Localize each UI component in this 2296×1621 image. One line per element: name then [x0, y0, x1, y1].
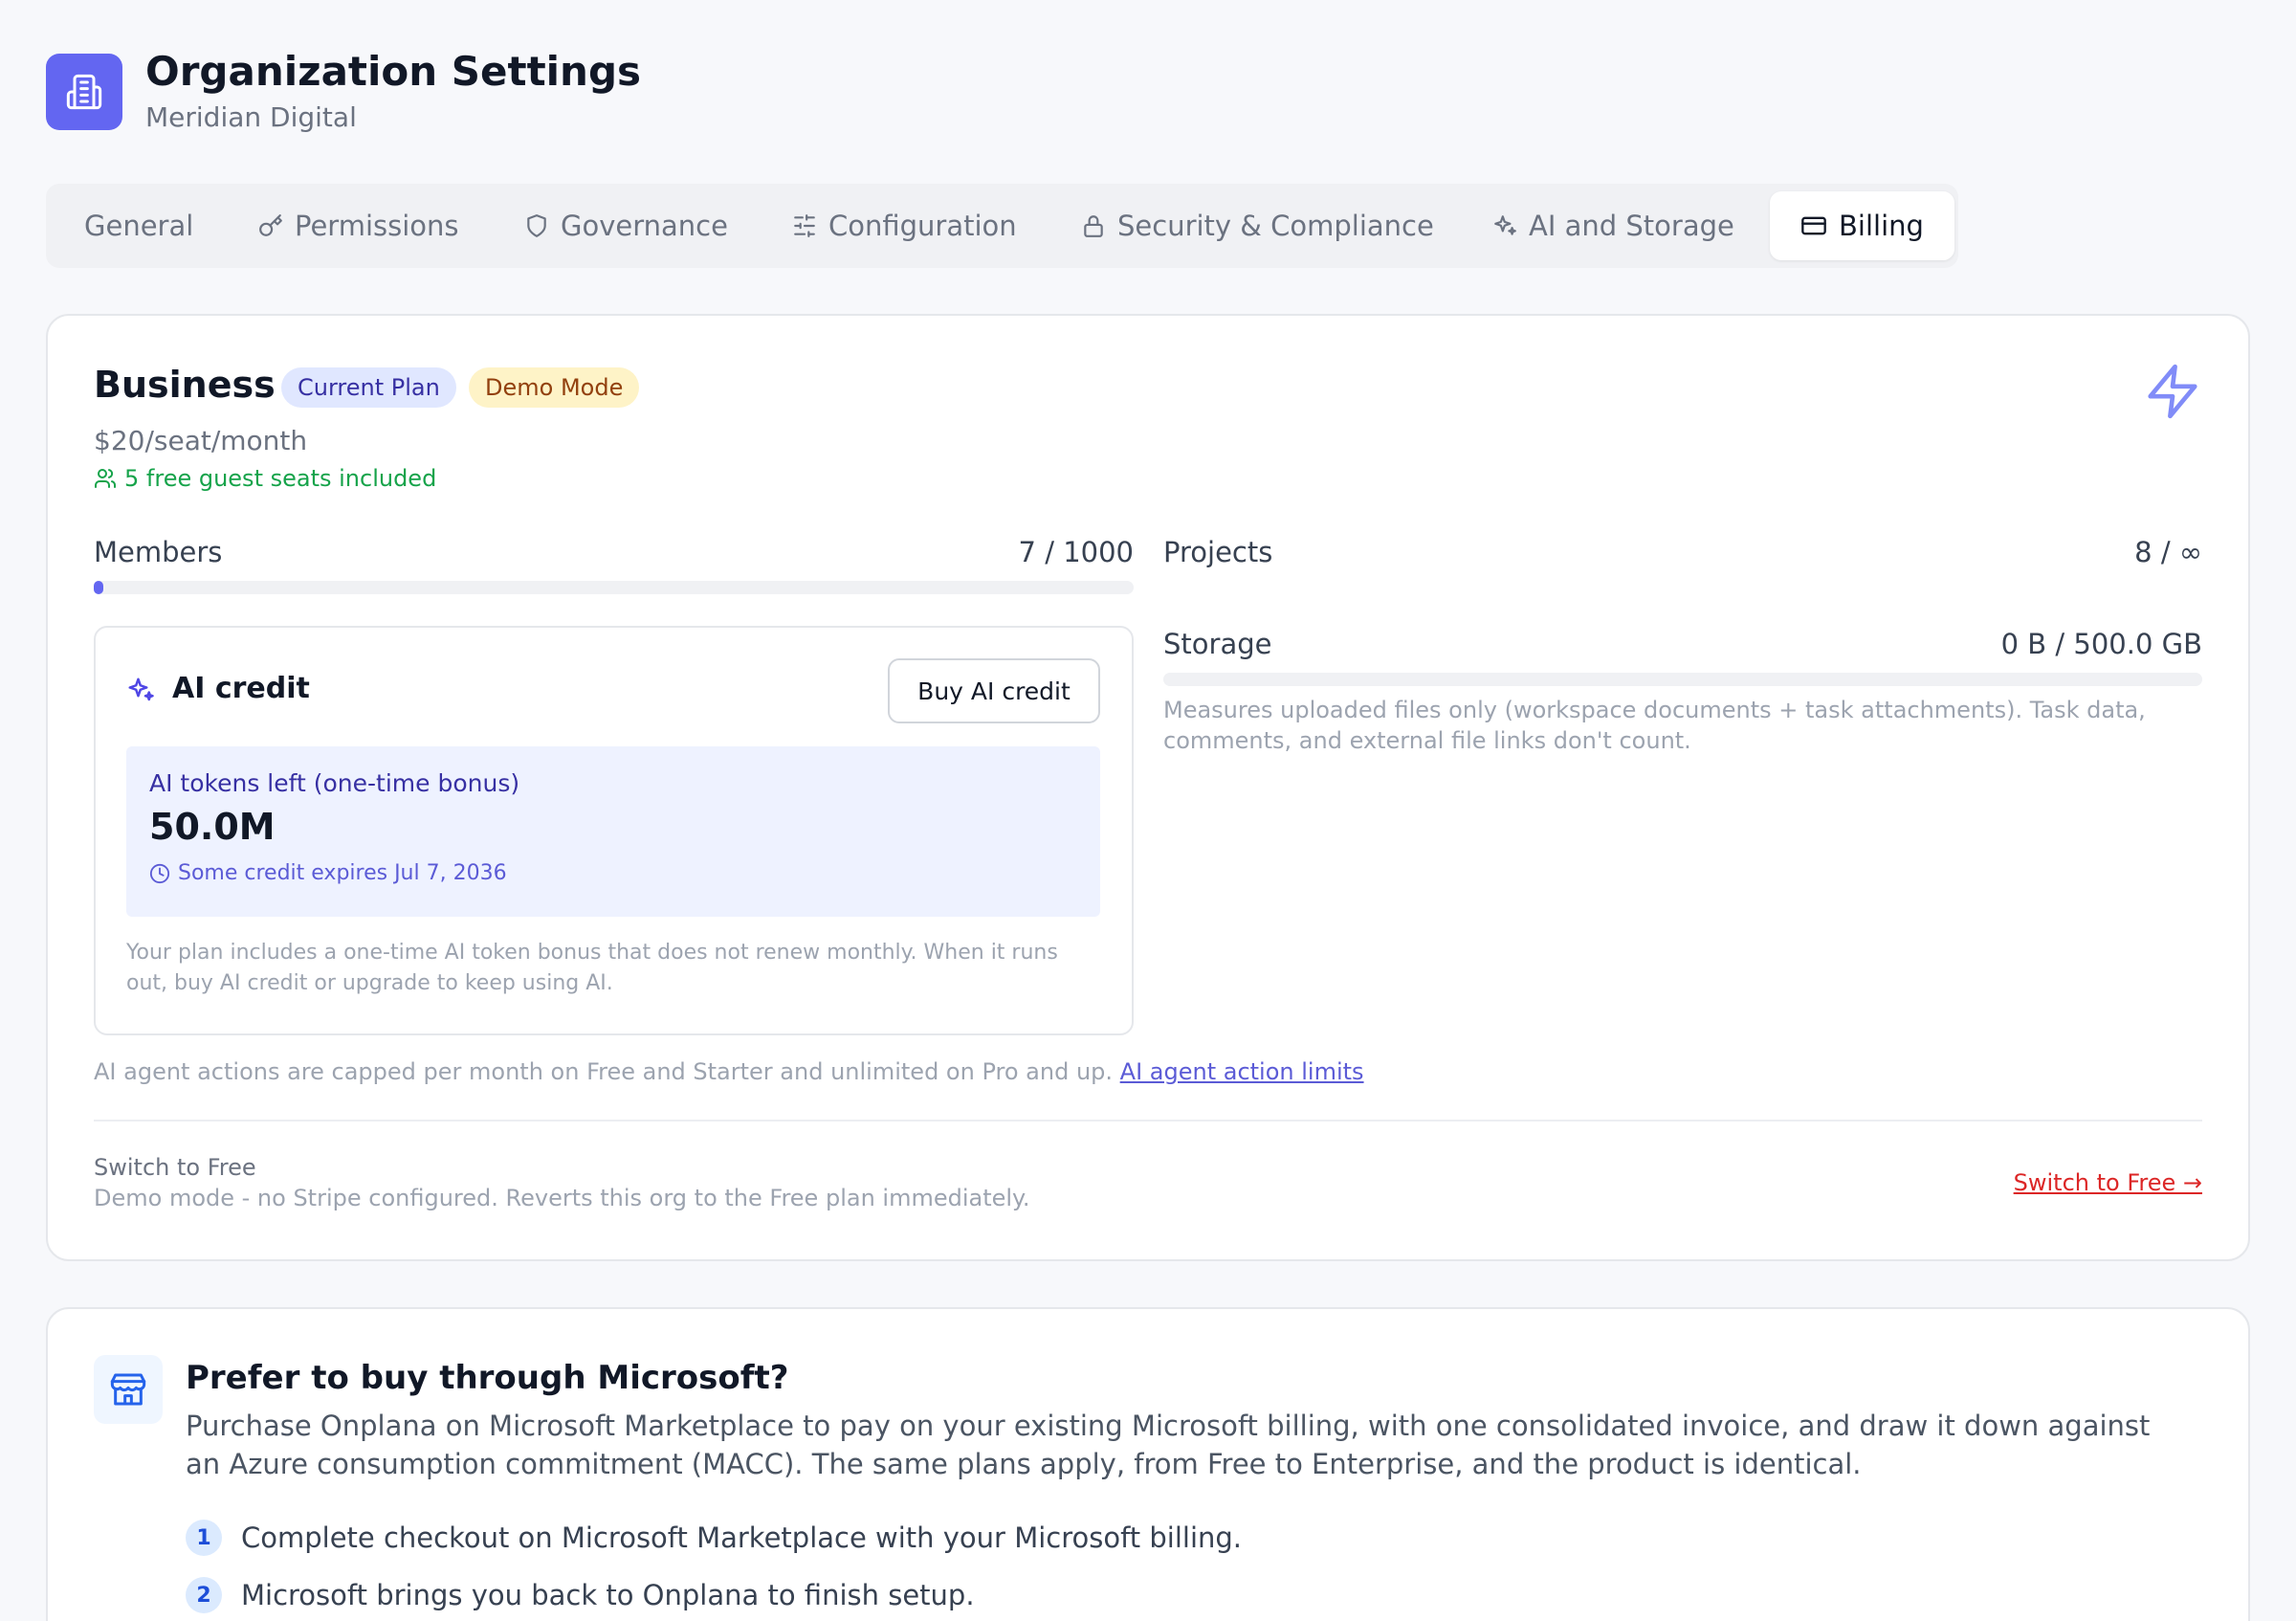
storage-progress-track	[1163, 673, 2202, 686]
members-value: 7 / 1000	[1018, 536, 1134, 568]
sparkles-icon	[1494, 215, 1516, 235]
tokens-expiry: Some credit expires Jul 7, 2036	[149, 861, 507, 885]
guest-seats-note: 5 free guest seats included	[94, 465, 436, 492]
microsoft-title: Prefer to buy through Microsoft?	[186, 1359, 789, 1397]
tab-configuration[interactable]: Configuration	[792, 191, 1017, 260]
microsoft-description: Purchase Onplana on Microsoft Marketplac…	[186, 1410, 2151, 1480]
org-name: Meridian Digital	[145, 101, 357, 133]
demo-mode-badge: Demo Mode	[469, 367, 640, 408]
step-item: 2 Microsoft brings you back to Onplana t…	[186, 1577, 975, 1613]
tab-permissions[interactable]: Permissions	[258, 191, 459, 260]
step-item: 1 Complete checkout on Microsoft Marketp…	[186, 1520, 1242, 1556]
clock-icon	[149, 863, 170, 883]
tab-general[interactable]: General	[84, 191, 193, 260]
storage-note: Measures uploaded files only (workspace …	[1163, 697, 2146, 754]
members-progress-track	[94, 581, 1134, 594]
building-icon	[66, 74, 102, 110]
buy-ai-credit-button[interactable]: Buy AI credit	[888, 658, 1100, 723]
plan-name: Business	[94, 364, 276, 406]
tab-label: Configuration	[828, 210, 1017, 242]
page-title: Organization Settings	[145, 48, 642, 95]
tab-security-compliance[interactable]: Security & Compliance	[1081, 191, 1434, 260]
agent-action-limits-link[interactable]: AI agent action limits	[1120, 1058, 1364, 1085]
storage-value: 0 B / 500.0 GB	[2000, 628, 2202, 660]
credit-card-icon	[1801, 216, 1826, 235]
plan-price: $20/seat/month	[94, 425, 308, 456]
shield-icon	[527, 214, 546, 237]
storage-label: Storage	[1163, 628, 1272, 660]
users-icon	[95, 469, 117, 488]
org-logo	[46, 54, 122, 130]
key-icon	[259, 214, 282, 236]
tokens-value: 50.0M	[149, 806, 276, 848]
tab-ai-storage[interactable]: AI and Storage	[1492, 191, 1734, 260]
members-progress-fill	[94, 581, 103, 594]
tab-label: AI and Storage	[1529, 210, 1734, 242]
step-text: Complete checkout on Microsoft Marketpla…	[241, 1521, 1243, 1554]
divider	[94, 1120, 2202, 1121]
switch-to-free-link[interactable]: Switch to Free →	[2014, 1169, 2202, 1196]
agent-note-text: AI agent actions are capped per month on…	[94, 1058, 1114, 1085]
switch-plan-title: Switch to Free	[94, 1154, 256, 1181]
step-number: 1	[186, 1520, 222, 1556]
tab-governance[interactable]: Governance	[524, 191, 728, 260]
tab-label: Permissions	[295, 210, 459, 242]
settings-tabs: General Permissions Governance Configura…	[46, 184, 1958, 268]
tab-billing[interactable]: Billing	[1770, 191, 1954, 260]
projects-value: 8 / ∞	[2134, 536, 2202, 568]
store-icon-tile	[94, 1355, 163, 1424]
agent-actions-note: AI agent actions are capped per month on…	[94, 1058, 1364, 1085]
guest-seats-text: 5 free guest seats included	[124, 465, 437, 492]
current-plan-badge: Current Plan	[281, 367, 456, 408]
switch-plan-description: Demo mode - no Stripe configured. Revert…	[94, 1185, 1030, 1211]
sliders-icon	[794, 214, 815, 237]
step-text: Microsoft brings you back to Onplana to …	[241, 1579, 975, 1611]
tab-label: Billing	[1839, 210, 1924, 242]
members-label: Members	[94, 536, 223, 568]
expiry-text: Some credit expires Jul 7, 2036	[178, 861, 507, 885]
projects-label: Projects	[1163, 536, 1273, 568]
ai-credit-note: Your plan includes a one-time AI token b…	[126, 941, 1058, 995]
lock-icon	[1084, 215, 1103, 237]
ai-credit-title: AI credit	[172, 672, 310, 705]
tab-label: General	[84, 210, 194, 242]
tab-label: Governance	[561, 210, 728, 242]
tab-label: Security & Compliance	[1117, 210, 1434, 242]
step-number: 2	[186, 1577, 222, 1613]
sparkles-icon	[126, 676, 155, 708]
bolt-icon	[2143, 362, 2202, 425]
tokens-label: AI tokens left (one-time bonus)	[149, 769, 520, 797]
store-icon	[110, 1373, 146, 1406]
